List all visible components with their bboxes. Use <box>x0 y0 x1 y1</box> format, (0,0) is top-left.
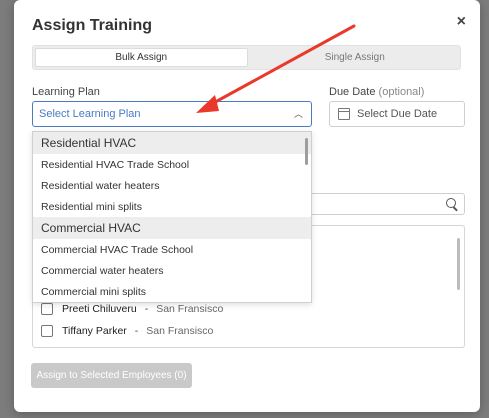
employee-separator: - <box>134 325 139 337</box>
learning-plan-placeholder: Select Learning Plan <box>39 108 141 120</box>
employee-city: San Fransisco <box>146 325 214 337</box>
due-date-label: Due Date (optional) <box>329 86 424 98</box>
learning-plan-label: Learning Plan <box>32 86 100 98</box>
dropdown-scrollbar[interactable] <box>305 138 308 165</box>
employee-name: Tiffany Parker <box>62 325 127 337</box>
employee-separator: - <box>144 303 149 315</box>
due-date-placeholder: Select Due Date <box>357 108 438 120</box>
assign-mode-toggle: Bulk Assign Single Assign <box>32 45 461 70</box>
assign-selected-button[interactable]: Assign to Selected Employees (0) <box>31 363 192 388</box>
due-date-label-text: Due Date <box>329 86 376 98</box>
dropdown-option[interactable]: Residential HVAC Trade School <box>33 154 311 175</box>
dropdown-option[interactable]: Residential mini splits <box>33 196 311 217</box>
employee-checkbox[interactable] <box>41 325 53 337</box>
dropdown-option[interactable]: Commercial water heaters <box>33 260 311 281</box>
dropdown-option[interactable]: Residential water heaters <box>33 175 311 196</box>
optional-hint: (optional) <box>378 86 425 98</box>
calendar-icon <box>338 108 350 120</box>
dropdown-group-header: Commercial HVAC <box>33 217 311 239</box>
close-icon[interactable]: × <box>457 13 466 31</box>
employee-row: Tiffany Parker - San Fransisco <box>41 325 213 337</box>
dropdown-option[interactable]: Commercial HVAC Trade School <box>33 239 311 260</box>
employee-name: Preeti Chiluveru <box>62 303 137 315</box>
search-icon <box>446 198 456 208</box>
dropdown-option[interactable]: Commercial mini splits <box>33 281 311 302</box>
employee-checkbox[interactable] <box>41 303 53 315</box>
learning-plan-select[interactable]: Select Learning Plan ︿ <box>32 101 312 127</box>
tab-bulk-assign[interactable]: Bulk Assign <box>35 48 248 67</box>
dropdown-group-header: Residential HVAC <box>33 132 311 154</box>
tab-single-assign[interactable]: Single Assign <box>250 46 461 69</box>
employee-search-input[interactable] <box>310 193 465 215</box>
due-date-input[interactable]: Select Due Date <box>329 101 465 127</box>
modal-title: Assign Training <box>32 17 153 34</box>
learning-plan-dropdown: Residential HVAC Residential HVAC Trade … <box>32 131 312 303</box>
employee-row: Preeti Chiluveru - San Fransisco <box>41 303 223 315</box>
employee-city: San Fransisco <box>156 303 224 315</box>
employee-list-scrollbar[interactable] <box>457 238 460 290</box>
chevron-up-icon: ︿ <box>293 109 303 119</box>
